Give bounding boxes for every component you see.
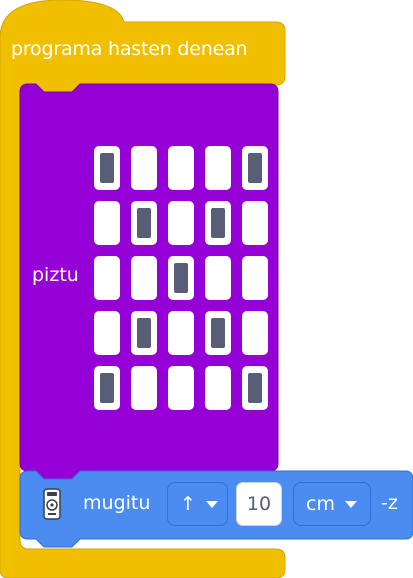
move-block-suffix: -z [381,492,398,514]
led-cell[interactable] [94,146,120,190]
led-cell[interactable] [168,201,194,245]
direction-dropdown[interactable]: ↑ [167,482,228,526]
led-cell[interactable] [168,311,194,355]
led-cell[interactable] [168,256,194,300]
led-cell[interactable] [242,146,268,190]
led-cell[interactable] [242,366,268,410]
led-matrix[interactable] [94,146,268,410]
matrix-block-label: piztu [32,264,79,286]
led-cell[interactable] [205,201,231,245]
led-cell[interactable] [94,256,120,300]
led-cell[interactable] [205,311,231,355]
led-cell[interactable] [242,256,268,300]
led-cell[interactable] [131,201,157,245]
led-cell[interactable] [168,146,194,190]
move-block-label: mugitu [83,492,151,514]
direction-arrow-icon: ↑ [180,493,196,515]
led-cell[interactable] [94,366,120,410]
led-cell[interactable] [168,366,194,410]
code-canvas: programa hasten denean piztu mugitu ↑ 10… [0,0,413,578]
remote-icon [43,488,61,520]
led-cell[interactable] [94,201,120,245]
led-cell[interactable] [94,311,120,355]
led-cell[interactable] [205,146,231,190]
led-cell[interactable] [131,256,157,300]
led-cell[interactable] [205,256,231,300]
led-cell[interactable] [242,311,268,355]
led-cell[interactable] [242,201,268,245]
led-cell[interactable] [205,366,231,410]
unit-label: cm [306,493,335,515]
chevron-down-icon [205,500,218,508]
hat-block-label: programa hasten denean [11,38,248,60]
led-cell[interactable] [131,366,157,410]
led-cell[interactable] [131,311,157,355]
distance-input[interactable]: 10 [236,482,282,526]
led-cell[interactable] [131,146,157,190]
unit-dropdown[interactable]: cm [293,482,371,526]
chevron-down-icon [344,500,357,508]
